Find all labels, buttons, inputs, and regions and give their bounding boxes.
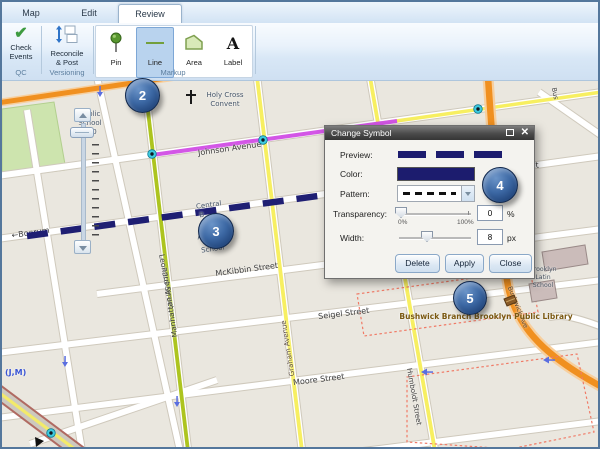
step-badge-2: 2 xyxy=(125,78,160,113)
delete-button[interactable]: Delete xyxy=(395,254,440,273)
width-slider-track[interactable] xyxy=(399,237,471,240)
zoom-ticks xyxy=(92,144,99,239)
step-badge-4: 4 xyxy=(482,167,518,203)
group-separator xyxy=(255,26,256,74)
preview-dash xyxy=(474,151,502,158)
zoom-thumb[interactable] xyxy=(70,127,94,138)
reconcile-label-1: Reconcile xyxy=(51,49,84,58)
apply-button[interactable]: Apply xyxy=(445,254,484,273)
check-icon: ✔ xyxy=(14,25,27,43)
transparency-track-tick xyxy=(468,211,469,215)
width-input[interactable] xyxy=(477,229,503,245)
library-label: Bushwick Branch Brooklyn Public Library xyxy=(399,312,572,321)
holy-cross-label-2: Convent xyxy=(210,100,239,108)
pattern-dropdown[interactable] xyxy=(397,185,475,202)
group-separator xyxy=(41,26,42,74)
check-events-button[interactable]: ✔ Check Events xyxy=(4,25,38,61)
maximize-icon[interactable] xyxy=(506,129,514,136)
transparency-min-label: 0% xyxy=(398,219,407,226)
tab-map[interactable]: Map xyxy=(12,4,50,23)
reconcile-icon xyxy=(55,25,79,49)
cross-icon xyxy=(186,90,196,104)
reconcile-label-2: & Post xyxy=(56,58,78,67)
transparency-slider-thumb[interactable] xyxy=(395,207,407,218)
latin-school-label-3: School xyxy=(533,282,554,289)
pattern-label: Pattern: xyxy=(340,189,370,199)
zoom-in-button[interactable] xyxy=(74,108,91,122)
transparency-label: Transparency: xyxy=(333,209,387,219)
preview-dash xyxy=(398,151,426,158)
app-window: Map Edit Review ✔ Check Events QC xyxy=(0,0,600,449)
ribbon-body: ✔ Check Events QC Reconcile & xyxy=(2,23,598,81)
markup-label-label: Label xyxy=(224,58,242,67)
manhattan-avenue-label: Manhattan Avenue xyxy=(160,266,180,338)
group-label-versioning: Versioning xyxy=(42,68,92,78)
check-events-label-1: Check xyxy=(10,43,31,52)
width-slider-thumb[interactable] xyxy=(421,231,433,242)
dialog-title: Change Symbol xyxy=(331,128,391,138)
subway-lines-label: (J,M) xyxy=(5,368,26,377)
area-icon xyxy=(183,28,205,58)
close-button[interactable]: Close xyxy=(489,254,532,273)
pin-icon xyxy=(105,28,127,58)
dialog-title-bar[interactable]: Change Symbol ✕ xyxy=(325,126,534,140)
ribbon: Map Edit Review ✔ Check Events QC xyxy=(2,2,598,80)
preview-label: Preview: xyxy=(340,150,373,160)
group-separator xyxy=(93,26,94,74)
close-icon[interactable]: ✕ xyxy=(521,126,529,140)
tab-review[interactable]: Review xyxy=(118,4,182,24)
color-swatch[interactable] xyxy=(397,167,475,181)
width-label: Width: xyxy=(340,233,364,243)
seigel-street-label: Seigel Street xyxy=(318,306,370,321)
latin-school-label-2: Latin xyxy=(535,274,550,281)
reconcile-post-button[interactable]: Reconcile & Post xyxy=(43,25,91,67)
ribbon-tab-bar: Map Edit Review xyxy=(2,2,598,23)
transparency-max-label: 100% xyxy=(457,219,474,226)
markup-pin-label: Pin xyxy=(111,58,122,67)
color-label: Color: xyxy=(340,169,363,179)
up-arrow-icon xyxy=(79,113,87,118)
step-badge-5: 5 xyxy=(453,281,487,315)
width-unit: px xyxy=(507,233,516,243)
dropdown-arrow-icon[interactable] xyxy=(461,186,474,201)
zoom-out-button[interactable] xyxy=(74,240,91,254)
transparency-unit: % xyxy=(507,209,515,219)
check-events-label-2: Events xyxy=(10,52,33,61)
tab-edit[interactable]: Edit xyxy=(66,4,112,23)
group-label-qc: QC xyxy=(4,68,38,78)
moore-street-label: Moore Street xyxy=(293,372,345,387)
holy-cross-label-1: Holy Cross xyxy=(206,91,243,99)
transparency-slider-track[interactable] xyxy=(399,213,471,216)
markup-area-label: Area xyxy=(186,58,202,67)
preview-dash xyxy=(436,151,464,158)
line-icon xyxy=(144,28,166,58)
transparency-input[interactable] xyxy=(477,205,503,221)
down-arrow-icon xyxy=(79,246,87,251)
zoom-track[interactable] xyxy=(81,123,86,242)
step-badge-3: 3 xyxy=(198,213,234,249)
pattern-dash-preview xyxy=(403,192,456,195)
label-a-icon: A xyxy=(227,28,239,58)
group-label-markup: Markup xyxy=(95,68,251,78)
markup-line-label: Line xyxy=(148,58,162,67)
